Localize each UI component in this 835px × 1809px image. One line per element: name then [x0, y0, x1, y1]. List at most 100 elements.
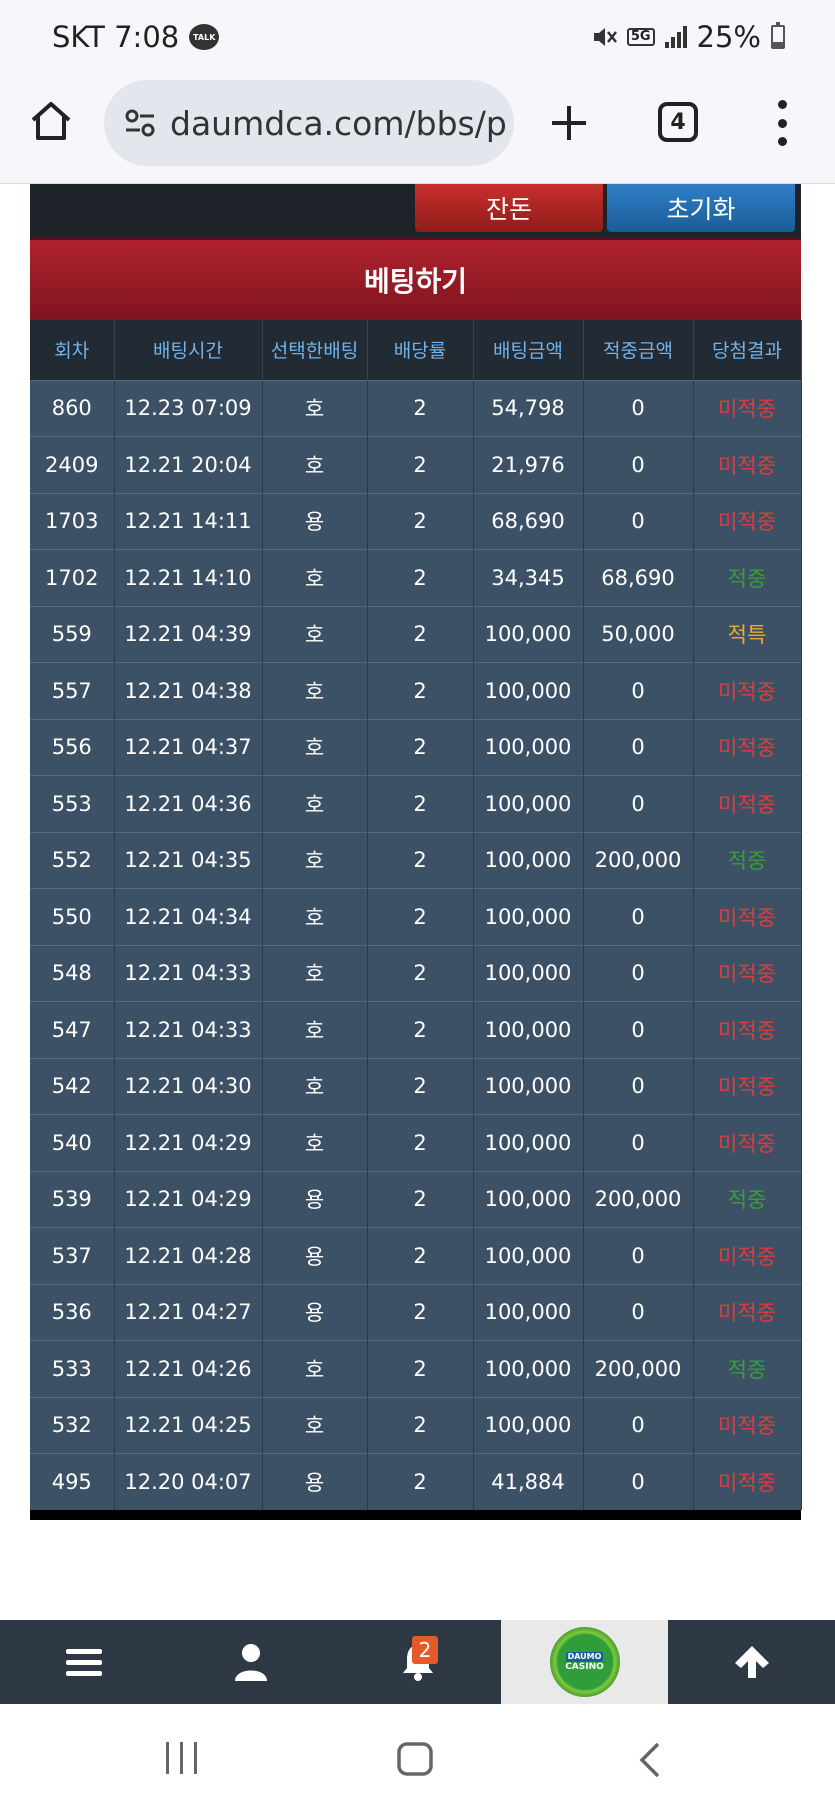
result-cell: 적중 — [693, 549, 802, 606]
win-amount-cell: 200,000 — [583, 831, 694, 889]
round-cell: 556 — [30, 718, 115, 776]
pick-cell: 호 — [262, 831, 368, 889]
amount-cell: 34,345 — [473, 549, 584, 606]
header-selected-bet: 선택한배팅 — [262, 320, 368, 380]
round-cell: 542 — [30, 1057, 115, 1115]
amount-cell: 68,690 — [473, 492, 584, 550]
odds-cell: 2 — [367, 1453, 474, 1510]
home-system-icon[interactable] — [397, 1742, 433, 1776]
bet-time-cell: 12.21 04:29 — [114, 1114, 263, 1171]
pick-cell: 용 — [262, 492, 368, 550]
user-button[interactable] — [167, 1620, 334, 1704]
odds-cell: 2 — [367, 379, 474, 437]
table-row: 2409 12.21 20:04 호 2 21,976 0 미적중 — [30, 436, 802, 493]
more-menu-icon[interactable] — [776, 100, 788, 146]
home-icon[interactable] — [28, 98, 74, 144]
amount-cell: 100,000 — [473, 1170, 584, 1228]
round-cell: 552 — [30, 831, 115, 889]
result-cell: 적특 — [693, 605, 802, 663]
balance-button[interactable]: 잔돈 — [415, 184, 603, 232]
status-bar: SKT 7:08 TALK 5G 25% — [0, 0, 835, 80]
win-amount-cell: 68,690 — [583, 549, 694, 606]
win-amount-cell: 0 — [583, 1396, 694, 1454]
win-amount-cell: 200,000 — [583, 1170, 694, 1228]
logo-bottom-text: CASINO — [565, 1662, 604, 1672]
pick-cell: 호 — [262, 379, 368, 437]
pick-cell: 용 — [262, 1283, 368, 1341]
result-cell: 미적중 — [693, 718, 802, 776]
button-strip: 잔돈 초기화 — [30, 184, 801, 238]
notification-button[interactable]: 2 — [334, 1620, 501, 1704]
table-row: 537 12.21 04:28 용 2 100,000 0 미적중 — [30, 1227, 802, 1284]
pick-cell: 호 — [262, 775, 368, 832]
table-row: 556 12.21 04:37 호 2 100,000 0 미적중 — [30, 718, 802, 776]
header-bet-time: 배팅시간 — [114, 320, 263, 380]
win-amount-cell: 0 — [583, 1453, 694, 1510]
table-row: 559 12.21 04:39 호 2 100,000 50,000 적특 — [30, 605, 802, 663]
result-cell: 미적중 — [693, 1227, 802, 1284]
round-cell: 860 — [30, 379, 115, 437]
url-field[interactable]: daumdca.com/bbs/p — [104, 80, 514, 166]
network-5g-icon: 5G — [626, 28, 655, 46]
logo-top-text: DAUMO — [565, 1652, 604, 1662]
odds-cell: 2 — [367, 492, 474, 550]
odds-cell: 2 — [367, 718, 474, 776]
amount-cell: 100,000 — [473, 1340, 584, 1397]
amount-cell: 41,884 — [473, 1453, 584, 1510]
odds-cell: 2 — [367, 831, 474, 889]
table-row: 533 12.21 04:26 호 2 100,000 200,000 적중 — [30, 1340, 802, 1397]
bet-time-cell: 12.21 04:37 — [114, 718, 263, 776]
bet-time-cell: 12.20 04:07 — [114, 1453, 263, 1510]
result-cell: 적중 — [693, 831, 802, 889]
pick-cell: 호 — [262, 605, 368, 663]
win-amount-cell: 200,000 — [583, 1340, 694, 1397]
back-icon[interactable] — [638, 1742, 662, 1778]
amount-cell: 100,000 — [473, 775, 584, 832]
pick-cell: 호 — [262, 1340, 368, 1397]
bet-time-cell: 12.21 14:11 — [114, 492, 263, 550]
header-result: 당첨결과 — [693, 320, 802, 380]
table-row: 550 12.21 04:34 호 2 100,000 0 미적중 — [30, 888, 802, 945]
bet-time-cell: 12.21 04:33 — [114, 1001, 263, 1058]
casino-logo-button[interactable]: DAUMO CASINO — [501, 1620, 668, 1704]
reset-button[interactable]: 초기화 — [607, 184, 795, 232]
bet-time-cell: 12.21 04:28 — [114, 1227, 263, 1284]
result-cell: 미적중 — [693, 1283, 802, 1341]
table-row: 539 12.21 04:29 용 2 100,000 200,000 적중 — [30, 1170, 802, 1228]
odds-cell: 2 — [367, 549, 474, 606]
amount-cell: 100,000 — [473, 1396, 584, 1454]
pick-cell: 호 — [262, 888, 368, 945]
result-cell: 미적중 — [693, 944, 802, 1002]
bet-title: 베팅하기 — [30, 238, 801, 320]
pick-cell: 호 — [262, 1001, 368, 1058]
menu-button[interactable] — [0, 1620, 167, 1704]
round-cell: 547 — [30, 1001, 115, 1058]
round-cell: 2409 — [30, 436, 115, 493]
notification-badge: 2 — [412, 1636, 438, 1664]
result-cell: 미적중 — [693, 1057, 802, 1115]
win-amount-cell: 50,000 — [583, 605, 694, 663]
amount-cell: 100,000 — [473, 888, 584, 945]
result-cell: 미적중 — [693, 888, 802, 945]
system-nav — [0, 1704, 835, 1809]
result-cell: 미적중 — [693, 1114, 802, 1171]
bet-time-cell: 12.21 04:27 — [114, 1283, 263, 1341]
odds-cell: 2 — [367, 944, 474, 1002]
amount-cell: 100,000 — [473, 662, 584, 719]
table-row: 532 12.21 04:25 호 2 100,000 0 미적중 — [30, 1396, 802, 1454]
scroll-top-button[interactable] — [668, 1620, 835, 1704]
bet-time-cell: 12.23 07:09 — [114, 379, 263, 437]
amount-cell: 100,000 — [473, 1001, 584, 1058]
recent-apps-icon[interactable] — [164, 1742, 200, 1774]
tab-switcher-button[interactable]: 4 — [658, 102, 698, 142]
win-amount-cell: 0 — [583, 1001, 694, 1058]
new-tab-icon[interactable] — [548, 102, 590, 144]
round-cell: 559 — [30, 605, 115, 663]
result-cell: 미적중 — [693, 1396, 802, 1454]
win-amount-cell: 0 — [583, 1227, 694, 1284]
url-text: daumdca.com/bbs/p — [170, 103, 507, 143]
result-cell: 적중 — [693, 1340, 802, 1397]
browser-toolbar: daumdca.com/bbs/p 4 — [0, 80, 835, 184]
site-settings-icon[interactable] — [120, 103, 160, 143]
round-cell: 537 — [30, 1227, 115, 1284]
